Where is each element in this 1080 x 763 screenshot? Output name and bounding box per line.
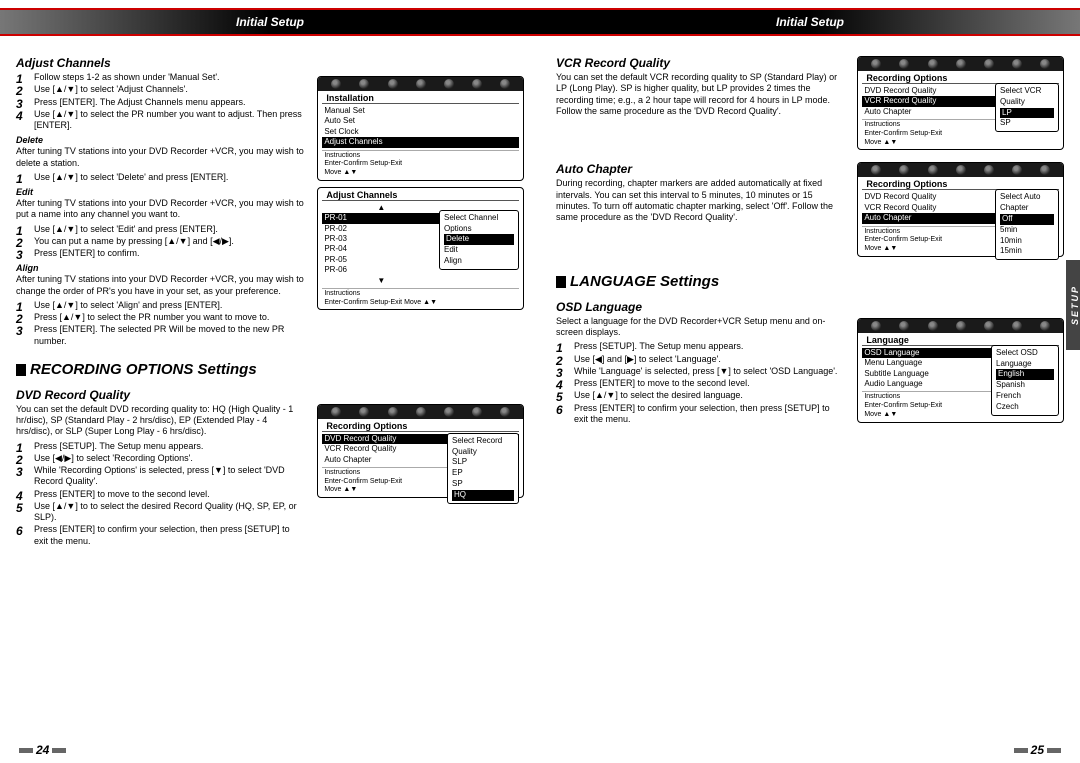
osd-recopts-chap: Recording Options DVD Record Quality VCR… <box>857 162 1064 256</box>
heading-dvd-record-quality: DVD Record Quality <box>16 388 305 402</box>
page-left: Initial Setup Adjust Channels Follow ste… <box>0 0 540 763</box>
osd-icon-bar <box>858 57 1063 71</box>
page-spread: Initial Setup Adjust Channels Follow ste… <box>0 0 1080 763</box>
adjust-steps: Follow steps 1-2 as shown under 'Manual … <box>16 72 305 131</box>
heading-osd-language: OSD Language <box>556 300 845 314</box>
page-number-right: 25 <box>1011 743 1064 757</box>
page-right: Initial Setup SETUP VCR Record Quality Y… <box>540 0 1080 763</box>
heading-language-settings: LANGUAGE Settings <box>556 273 1064 290</box>
heading-auto-chapter: Auto Chapter <box>556 162 845 176</box>
osd-icon-bar <box>318 405 523 419</box>
osd-language-popup: Select OSD Language English Spanish Fren… <box>991 345 1059 416</box>
heading-delete: Delete <box>16 135 305 145</box>
heading-vcr-quality: VCR Record Quality <box>556 56 845 70</box>
osd-language-intro: Select a language for the DVD Recorder+V… <box>556 316 845 339</box>
osd-icon-bar <box>858 163 1063 177</box>
heading-edit: Edit <box>16 187 305 197</box>
osd-language: Language OSD Language Menu Language Subt… <box>857 318 1064 423</box>
delete-intro: After tuning TV stations into your DVD R… <box>16 146 305 169</box>
osd-recopts-vcr: Recording Options DVD Record QualityHQ V… <box>857 56 1064 150</box>
dvd-quality-steps: Press [SETUP]. The Setup menu appears. U… <box>16 441 305 547</box>
osd-recopts-dvd-popup: Select Record Quality SLP EP SP HQ <box>447 433 519 504</box>
heading-recording-options: RECORDING OPTIONS Settings <box>16 361 524 378</box>
header-bar: Initial Setup <box>0 8 540 36</box>
dvd-quality-intro: You can set the default DVD recording qu… <box>16 404 305 438</box>
align-intro: After tuning TV stations into your DVD R… <box>16 274 305 297</box>
side-tab-setup: SETUP <box>1066 260 1080 350</box>
osd-recopts-chap-popup: Select Auto Chapter Off 5min 10min 15min <box>995 189 1059 260</box>
osd-recopts-dvd: Recording Options DVD Record Quality VCR… <box>317 404 524 498</box>
header-title: Initial Setup <box>540 10 1080 34</box>
edit-steps: Use [▲/▼] to select 'Edit' and press [EN… <box>16 224 305 260</box>
osd-language-steps: Press [SETUP]. The Setup menu appears. U… <box>556 341 845 425</box>
page-number-left: 24 <box>16 743 69 757</box>
auto-chapter-body: During recording, chapter markers are ad… <box>556 178 845 223</box>
vcr-body: You can set the default VCR recording qu… <box>556 72 845 117</box>
align-steps: Use [▲/▼] to select 'Align' and press [E… <box>16 300 305 347</box>
osd-recopts-vcr-popup: Select VCR Quality LP SP <box>995 83 1059 132</box>
heading-adjust-channels: Adjust Channels <box>16 56 305 70</box>
osd-adjust-popup: Select Channel Options Delete Edit Align <box>439 210 519 270</box>
osd-icon-bar <box>858 319 1063 333</box>
delete-steps: Use [▲/▼] to select 'Delete' and press [… <box>16 172 305 183</box>
heading-align: Align <box>16 263 305 273</box>
header-title: Initial Setup <box>0 10 540 34</box>
osd-adjust-channels: Adjust Channels ▲ PR-01 PR-02 PR-03 PR-0… <box>317 187 524 311</box>
edit-intro: After tuning TV stations into your DVD R… <box>16 198 305 221</box>
header-bar: Initial Setup <box>540 8 1080 36</box>
osd-icon-bar <box>318 77 523 91</box>
osd-installation: Installation Manual Set Auto Set Set Clo… <box>317 76 524 181</box>
